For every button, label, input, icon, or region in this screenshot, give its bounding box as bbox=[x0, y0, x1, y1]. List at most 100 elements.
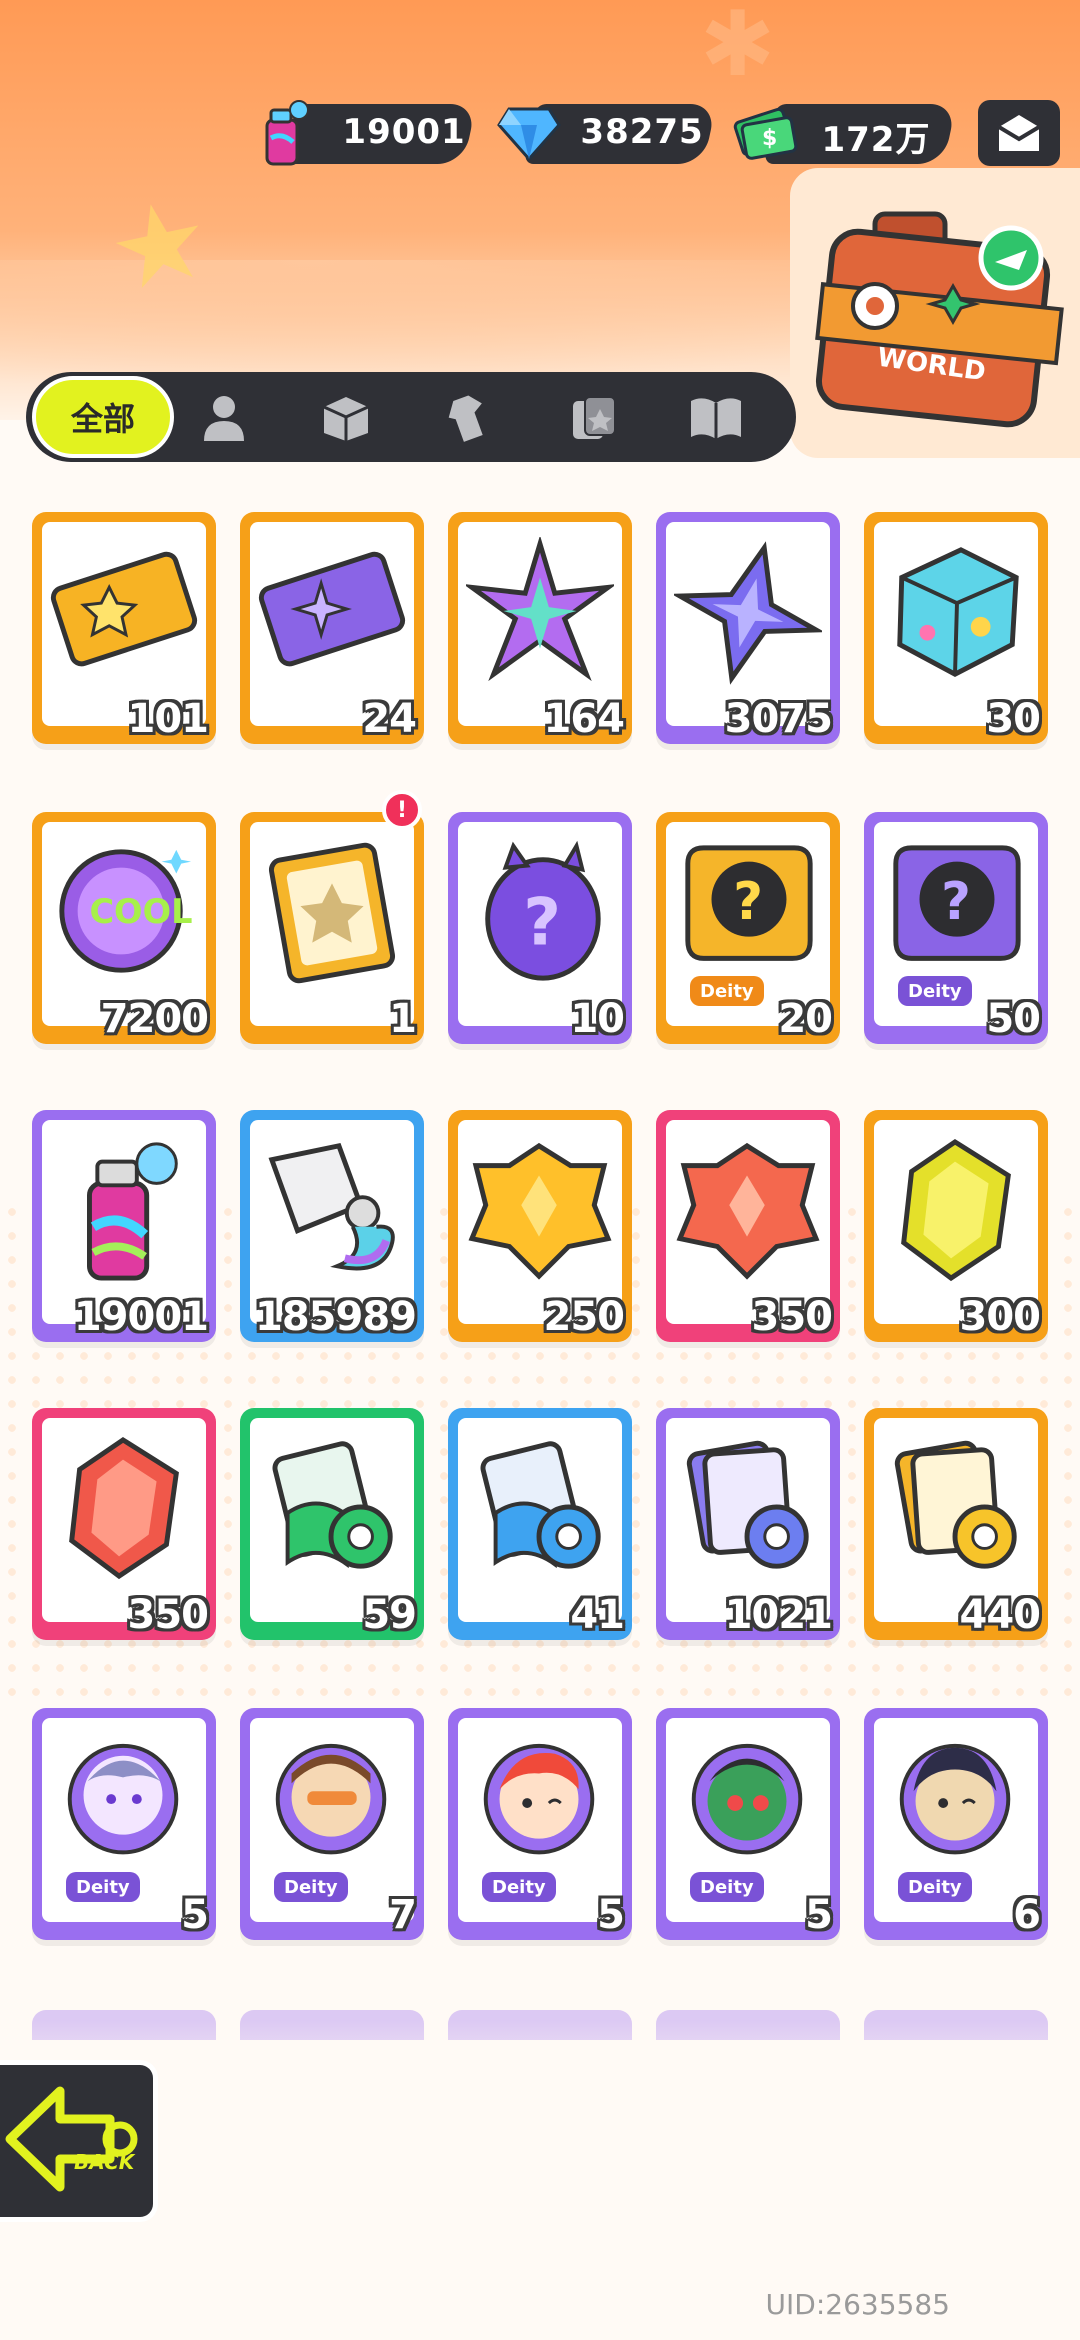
deity-tag: Deity bbox=[690, 1872, 764, 1902]
item-deity-avatar-2[interactable]: Deity 7 bbox=[240, 1708, 424, 1940]
star-decoration-icon: ✱ bbox=[700, 0, 776, 97]
item-count: 30 bbox=[986, 696, 1041, 742]
purple-card-roll-icon bbox=[674, 1424, 822, 1592]
tab-books[interactable] bbox=[686, 388, 746, 448]
item-blue-card-roll[interactable]: 41 bbox=[448, 1408, 632, 1640]
item-paint-cube[interactable]: 30 bbox=[864, 512, 1048, 744]
box-icon bbox=[323, 397, 369, 441]
paint-cube-icon bbox=[882, 528, 1030, 696]
item-count: 19001 bbox=[73, 1294, 209, 1340]
item-count: 300 bbox=[959, 1294, 1041, 1340]
deity-avatar-1-icon bbox=[50, 1724, 198, 1892]
svg-text:$: $ bbox=[762, 126, 777, 151]
item-yellow-gem[interactable]: 300 bbox=[864, 1110, 1048, 1342]
item-count: 350 bbox=[751, 1294, 833, 1340]
back-button[interactable] bbox=[0, 2060, 158, 2222]
item-green-card-roll[interactable]: 59 bbox=[240, 1408, 424, 1640]
spray-can-icon bbox=[50, 1126, 198, 1294]
item-gold-crystal[interactable]: 250 bbox=[448, 1110, 632, 1342]
item-red-crystal[interactable]: 350 bbox=[656, 1110, 840, 1342]
tab-all[interactable]: 全部 bbox=[32, 376, 174, 458]
deity-tag: Deity bbox=[690, 976, 764, 1006]
deity-avatar-2-icon bbox=[258, 1724, 406, 1892]
item-deity-avatar-1[interactable]: Deity 5 bbox=[32, 1708, 216, 1940]
item-gold-card-roll[interactable]: 440 bbox=[864, 1408, 1048, 1640]
item-count: 10 bbox=[570, 996, 625, 1042]
item-purple-ticket[interactable]: 24 bbox=[240, 512, 424, 744]
item-purple-card-roll[interactable]: 1021 bbox=[656, 1408, 840, 1640]
deity-avatar-4-icon bbox=[674, 1724, 822, 1892]
item-mystery-egg[interactable]: ? 10 bbox=[448, 812, 632, 1044]
item-purple-star-shard[interactable]: 3075 bbox=[656, 512, 840, 744]
item-count: 164 bbox=[543, 696, 625, 742]
gold-crystal-icon bbox=[466, 1126, 614, 1294]
notification-badge: ! bbox=[382, 790, 422, 830]
deity-tag: Deity bbox=[66, 1872, 140, 1902]
item-count: 101 bbox=[127, 696, 209, 742]
suitcase-icon bbox=[815, 211, 1064, 428]
item-travel-card[interactable]: 1 bbox=[240, 812, 424, 1044]
deity-avatar-5-icon bbox=[882, 1724, 1030, 1892]
book-icon bbox=[691, 398, 741, 439]
red-gem-icon bbox=[50, 1424, 198, 1592]
currency-spray-value: 19001 bbox=[342, 112, 466, 152]
item-deity-avatar-5[interactable]: Deity 6 bbox=[864, 1708, 1048, 1940]
item-deity-avatar-3[interactable]: Deity 5 bbox=[448, 1708, 632, 1940]
item-red-gem[interactable]: 350 bbox=[32, 1408, 216, 1640]
item-count: 5 bbox=[181, 1892, 209, 1938]
item-spray-can[interactable]: 19001 bbox=[32, 1110, 216, 1342]
item-count: 59 bbox=[362, 1592, 417, 1638]
item-count: 20 bbox=[778, 996, 833, 1042]
gold-ticket-icon bbox=[50, 528, 198, 696]
back-label: BACK bbox=[74, 2150, 135, 2174]
deity-avatar-3-icon bbox=[466, 1724, 614, 1892]
item-count: 440 bbox=[959, 1592, 1041, 1638]
paint-tube-icon bbox=[258, 1126, 406, 1294]
item-count: 250 bbox=[543, 1294, 625, 1340]
cards-icon bbox=[573, 396, 616, 439]
red-crystal-icon bbox=[674, 1126, 822, 1294]
item-count: 7 bbox=[389, 1892, 417, 1938]
item-count: 6 bbox=[1013, 1892, 1041, 1938]
currency-diamond-value: 38275 bbox=[580, 112, 704, 152]
item-count: 185989 bbox=[255, 1294, 417, 1340]
tab-cards[interactable] bbox=[564, 388, 624, 448]
item-count: 5 bbox=[805, 1892, 833, 1938]
tab-characters[interactable] bbox=[194, 388, 254, 448]
diamond-icon bbox=[494, 98, 564, 168]
green-card-roll-icon bbox=[258, 1424, 406, 1592]
item-paint-tube[interactable]: 185989 bbox=[240, 1110, 424, 1342]
yellow-gem-icon bbox=[882, 1126, 1030, 1294]
item-gold-ticket[interactable]: 101 bbox=[32, 512, 216, 744]
rainbow-star-shard-icon bbox=[466, 528, 614, 696]
cool-badge-icon: COOL bbox=[50, 828, 198, 996]
person-icon bbox=[204, 396, 244, 441]
shirt-icon bbox=[448, 395, 483, 442]
item-count: 5 bbox=[597, 1892, 625, 1938]
item-count: 1021 bbox=[724, 1592, 833, 1638]
mystery-egg-icon: ? bbox=[466, 828, 614, 996]
item-rainbow-star-shard[interactable]: 164 bbox=[448, 512, 632, 744]
blue-card-roll-icon bbox=[466, 1424, 614, 1592]
item-deity-mystery-purple[interactable]: ? Deity 50 bbox=[864, 812, 1048, 1044]
item-deity-avatar-4[interactable]: Deity 5 bbox=[656, 1708, 840, 1940]
tab-outfits[interactable] bbox=[438, 388, 498, 448]
item-count: 7200 bbox=[100, 996, 209, 1042]
item-count: 3075 bbox=[724, 696, 833, 742]
item-deity-mystery-gold[interactable]: ? Deity 20 bbox=[656, 812, 840, 1044]
item-cool-badge[interactable]: COOL 7200 bbox=[32, 812, 216, 1044]
world-suitcase-button[interactable]: WORLD bbox=[815, 210, 1065, 440]
back-arrow-icon bbox=[5, 2086, 138, 2192]
item-count: 24 bbox=[362, 696, 417, 742]
item-count: 41 bbox=[570, 1592, 625, 1638]
item-count: 1 bbox=[389, 996, 417, 1042]
purple-star-shard-icon bbox=[674, 528, 822, 696]
inbox-button[interactable] bbox=[978, 100, 1060, 166]
svg-text:?: ? bbox=[523, 886, 561, 961]
user-id-label: UID:2635585 bbox=[765, 2288, 950, 2321]
purple-ticket-icon bbox=[258, 528, 406, 696]
deity-mystery-gold-icon: ? bbox=[674, 828, 822, 996]
tab-boxes[interactable] bbox=[316, 388, 376, 448]
travel-card-icon bbox=[258, 828, 406, 996]
spray-can-icon bbox=[250, 98, 320, 168]
